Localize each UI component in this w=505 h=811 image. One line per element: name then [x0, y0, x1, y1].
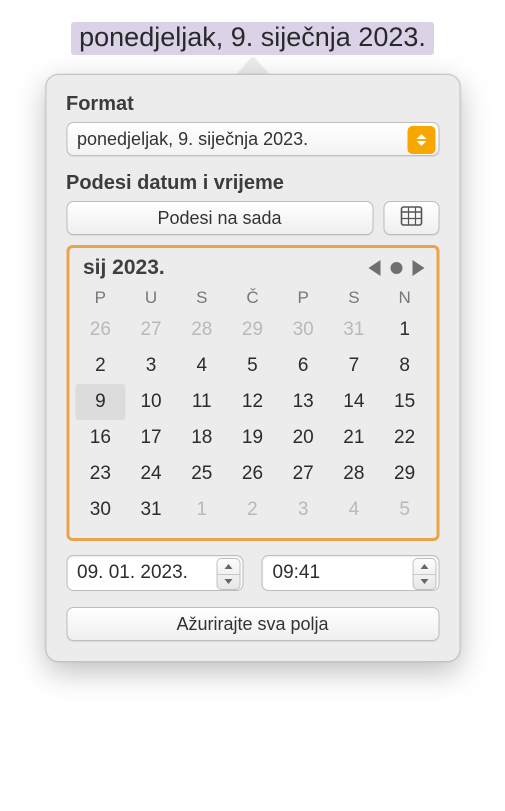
date-stepper-spin[interactable]	[217, 558, 241, 590]
calendar-day[interactable]: 31	[329, 312, 380, 348]
calendar-day[interactable]: 1	[176, 492, 227, 528]
calendar-day[interactable]: 5	[379, 492, 430, 528]
prev-month-button[interactable]	[368, 260, 380, 276]
calendar-day[interactable]: 25	[176, 456, 227, 492]
calendar-day[interactable]: 4	[329, 492, 380, 528]
dropdown-arrows-icon	[407, 126, 435, 154]
calendar-day[interactable]: 31	[126, 492, 177, 528]
set-now-button[interactable]: Podesi na sada	[66, 201, 373, 235]
calendar-weekday: S	[176, 284, 227, 312]
calendar-day[interactable]: 29	[227, 312, 278, 348]
update-all-button-label: Ažurirajte sva polja	[176, 614, 328, 635]
calendar-day[interactable]: 13	[278, 384, 329, 420]
calendar-day[interactable]: 6	[278, 348, 329, 384]
time-stepper-spin[interactable]	[412, 558, 436, 590]
time-stepper-down[interactable]	[413, 575, 435, 590]
calendar-mode-button[interactable]	[383, 201, 439, 235]
date-stepper-value: 09. 01. 2023.	[77, 562, 188, 584]
calendar-weekday: P	[75, 284, 126, 312]
date-stepper-down[interactable]	[218, 575, 240, 590]
calendar-day[interactable]: 30	[75, 492, 126, 528]
calendar-day[interactable]: 26	[75, 312, 126, 348]
calendar-day[interactable]: 8	[379, 348, 430, 384]
calendar-day[interactable]: 11	[176, 384, 227, 420]
calendar-day[interactable]: 30	[278, 312, 329, 348]
calendar-day[interactable]: 23	[75, 456, 126, 492]
calendar-day[interactable]: 5	[227, 348, 278, 384]
calendar-day[interactable]: 21	[329, 420, 380, 456]
calendar-day[interactable]: 27	[126, 312, 177, 348]
calendar-day[interactable]: 28	[176, 312, 227, 348]
calendar-weekday: S	[329, 284, 380, 312]
calendar-day[interactable]: 18	[176, 420, 227, 456]
update-all-button[interactable]: Ažurirajte sva polja	[66, 607, 439, 641]
calendar-day[interactable]: 27	[278, 456, 329, 492]
calendar-day[interactable]: 4	[176, 348, 227, 384]
calendar-day[interactable]: 19	[227, 420, 278, 456]
calendar-day[interactable]: 24	[126, 456, 177, 492]
calendar-day[interactable]: 17	[126, 420, 177, 456]
next-month-button[interactable]	[412, 260, 424, 276]
format-select-value: ponedjeljak, 9. siječnja 2023.	[77, 129, 308, 150]
calendar-weekday: N	[379, 284, 430, 312]
format-select[interactable]: ponedjeljak, 9. siječnja 2023.	[66, 122, 439, 156]
calendar-day[interactable]: 3	[278, 492, 329, 528]
calendar: sij 2023. PUSČPSN 2627282930311234567891…	[66, 245, 439, 541]
calendar-day[interactable]: 28	[329, 456, 380, 492]
calendar-month-label: sij 2023.	[83, 256, 165, 280]
calendar-day[interactable]: 20	[278, 420, 329, 456]
calendar-day[interactable]: 16	[75, 420, 126, 456]
calendar-day[interactable]: 15	[379, 384, 430, 420]
calendar-weekday: Č	[227, 284, 278, 312]
calendar-day[interactable]: 12	[227, 384, 278, 420]
adjust-label: Podesi datum i vrijeme	[66, 172, 439, 195]
calendar-day[interactable]: 3	[126, 348, 177, 384]
date-popover: Format ponedjeljak, 9. siječnja 2023. Po…	[45, 74, 460, 662]
calendar-day[interactable]: 2	[227, 492, 278, 528]
selected-date-field[interactable]: ponedjeljak, 9. siječnja 2023.	[71, 22, 434, 55]
selected-date-text: ponedjeljak, 9. siječnja 2023.	[79, 22, 426, 52]
calendar-weekday: P	[278, 284, 329, 312]
calendar-day[interactable]: 22	[379, 420, 430, 456]
set-now-button-label: Podesi na sada	[157, 208, 281, 229]
format-label: Format	[66, 93, 439, 116]
calendar-day[interactable]: 9	[75, 384, 126, 420]
calendar-day[interactable]: 2	[75, 348, 126, 384]
calendar-day[interactable]: 26	[227, 456, 278, 492]
calendar-grid: PUSČPSN 26272829303112345678910111213141…	[75, 284, 430, 528]
time-stepper-value: 09:41	[273, 562, 321, 584]
calendar-day[interactable]: 14	[329, 384, 380, 420]
time-stepper-up[interactable]	[413, 559, 435, 574]
calendar-icon	[400, 206, 422, 231]
date-stepper-up[interactable]	[218, 559, 240, 574]
date-stepper[interactable]: 09. 01. 2023.	[66, 555, 244, 591]
calendar-weekday: U	[126, 284, 177, 312]
calendar-day[interactable]: 7	[329, 348, 380, 384]
today-button[interactable]	[390, 262, 402, 274]
calendar-day[interactable]: 29	[379, 456, 430, 492]
calendar-day[interactable]: 1	[379, 312, 430, 348]
time-stepper[interactable]: 09:41	[262, 555, 440, 591]
calendar-day[interactable]: 10	[126, 384, 177, 420]
